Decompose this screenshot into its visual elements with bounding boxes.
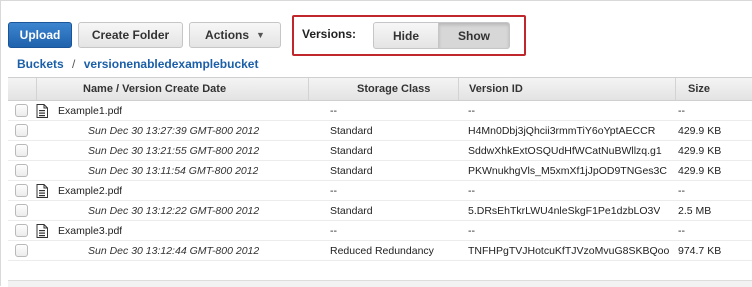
versions-show-button[interactable]: Show: [439, 22, 510, 49]
version-id: 5.DRsEhTkrLWU4nleSkgF1Pe1dzbLO3V: [468, 205, 661, 217]
breadcrumb: Buckets / versionenabledexamplebucket: [17, 57, 258, 71]
panel-top-border: [0, 0, 752, 1]
storage-class: Standard: [330, 165, 373, 177]
upload-button[interactable]: Upload: [8, 22, 72, 48]
version-id: TNFHPgTVJHotcuKfTJVzoMvuG8SKBQoo: [468, 245, 670, 257]
document-icon: [36, 184, 48, 198]
storage-class: Reduced Redundancy: [330, 245, 434, 257]
table-header: Name / Version Create Date Storage Class…: [8, 77, 752, 101]
storage-class: Standard: [330, 145, 373, 157]
create-folder-button[interactable]: Create Folder: [78, 22, 183, 48]
table-row[interactable]: Sun Dec 30 13:12:22 GMT-800 2012 Standar…: [8, 201, 752, 221]
version-create-date[interactable]: Sun Dec 30 13:21:55 GMT-800 2012: [88, 141, 259, 161]
chevron-down-icon: ▼: [256, 30, 265, 40]
size: 429.9 KB: [678, 125, 722, 137]
header-size[interactable]: Size: [675, 78, 752, 100]
version-id: H4Mn0Dbj3jQhcii3rmmTiY6oYptAECCR: [468, 125, 656, 137]
header-version-id[interactable]: Version ID: [458, 78, 675, 100]
table-row[interactable]: Sun Dec 30 13:21:55 GMT-800 2012 Standar…: [8, 141, 752, 161]
document-icon: [36, 104, 48, 118]
header-name-label: Name / Version Create Date: [83, 83, 227, 95]
row-checkbox[interactable]: [15, 124, 28, 137]
storage-class: Standard: [330, 125, 373, 137]
breadcrumb-bucket-link[interactable]: versionenabledexamplebucket: [84, 57, 259, 71]
row-checkbox[interactable]: [15, 104, 28, 117]
version-id: --: [468, 105, 475, 117]
size: 2.5 MB: [678, 205, 712, 217]
header-size-label: Size: [688, 83, 711, 95]
breadcrumb-separator: /: [72, 57, 76, 71]
header-name[interactable]: Name / Version Create Date: [36, 78, 330, 100]
file-name[interactable]: Example2.pdf: [58, 181, 122, 201]
file-name[interactable]: Example1.pdf: [58, 101, 122, 121]
storage-class: --: [330, 225, 337, 237]
breadcrumb-buckets-link[interactable]: Buckets: [17, 57, 64, 71]
upload-button-label: Upload: [19, 28, 61, 42]
row-checkbox[interactable]: [15, 244, 28, 257]
version-create-date[interactable]: Sun Dec 30 13:12:22 GMT-800 2012: [88, 201, 259, 221]
table-row[interactable]: Sun Dec 30 13:27:39 GMT-800 2012 Standar…: [8, 121, 752, 141]
versions-hide-label: Hide: [392, 28, 419, 43]
header-version-id-label: Version ID: [469, 83, 523, 95]
size: --: [678, 105, 685, 117]
actions-button-label: Actions: [205, 28, 250, 42]
size: 974.7 KB: [678, 245, 722, 257]
versions-label: Versions:: [302, 27, 357, 41]
panel-left-border: [0, 0, 1, 286]
table-row[interactable]: Example3.pdf -- -- --: [8, 221, 752, 241]
storage-class: Standard: [330, 205, 373, 217]
objects-table: Name / Version Create Date Storage Class…: [8, 77, 752, 261]
size: --: [678, 185, 685, 197]
table-row[interactable]: Example2.pdf -- -- --: [8, 181, 752, 201]
actions-dropdown-button[interactable]: Actions ▼: [189, 22, 281, 48]
row-checkbox[interactable]: [15, 224, 28, 237]
header-select-column: [8, 78, 36, 100]
version-create-date[interactable]: Sun Dec 30 13:27:39 GMT-800 2012: [88, 121, 259, 141]
version-create-date[interactable]: Sun Dec 30 13:12:44 GMT-800 2012: [88, 241, 259, 261]
create-folder-button-label: Create Folder: [91, 28, 170, 42]
storage-class: --: [330, 185, 337, 197]
version-id: PKWnukhgVls_M5xmXf1jJpOD9TNGes3C: [468, 165, 667, 177]
version-id: SddwXhkExtOSQUdHfWCatNuBWllzq.g1: [468, 145, 662, 157]
document-icon: [36, 224, 48, 238]
header-storage-class[interactable]: Storage Class: [308, 78, 458, 100]
versions-show-label: Show: [458, 28, 490, 43]
row-checkbox[interactable]: [15, 204, 28, 217]
versions-toggle-highlight: Versions: Hide Show: [292, 15, 526, 56]
storage-class: --: [330, 105, 337, 117]
header-storage-class-label: Storage Class: [357, 83, 431, 95]
table-row[interactable]: Sun Dec 30 13:12:44 GMT-800 2012 Reduced…: [8, 241, 752, 261]
versions-hide-button[interactable]: Hide: [373, 22, 439, 49]
row-checkbox[interactable]: [15, 144, 28, 157]
table-row[interactable]: Example1.pdf -- -- --: [8, 101, 752, 121]
table-row[interactable]: Sun Dec 30 13:11:54 GMT-800 2012 Standar…: [8, 161, 752, 181]
size: --: [678, 225, 685, 237]
row-checkbox[interactable]: [15, 184, 28, 197]
toolbar: Upload Create Folder Actions ▼: [8, 22, 287, 48]
version-id: --: [468, 185, 475, 197]
size: 429.9 KB: [678, 165, 722, 177]
version-id: --: [468, 225, 475, 237]
row-checkbox[interactable]: [15, 164, 28, 177]
file-name[interactable]: Example3.pdf: [58, 221, 122, 241]
size: 429.9 KB: [678, 145, 722, 157]
version-create-date[interactable]: Sun Dec 30 13:11:54 GMT-800 2012: [88, 161, 258, 181]
